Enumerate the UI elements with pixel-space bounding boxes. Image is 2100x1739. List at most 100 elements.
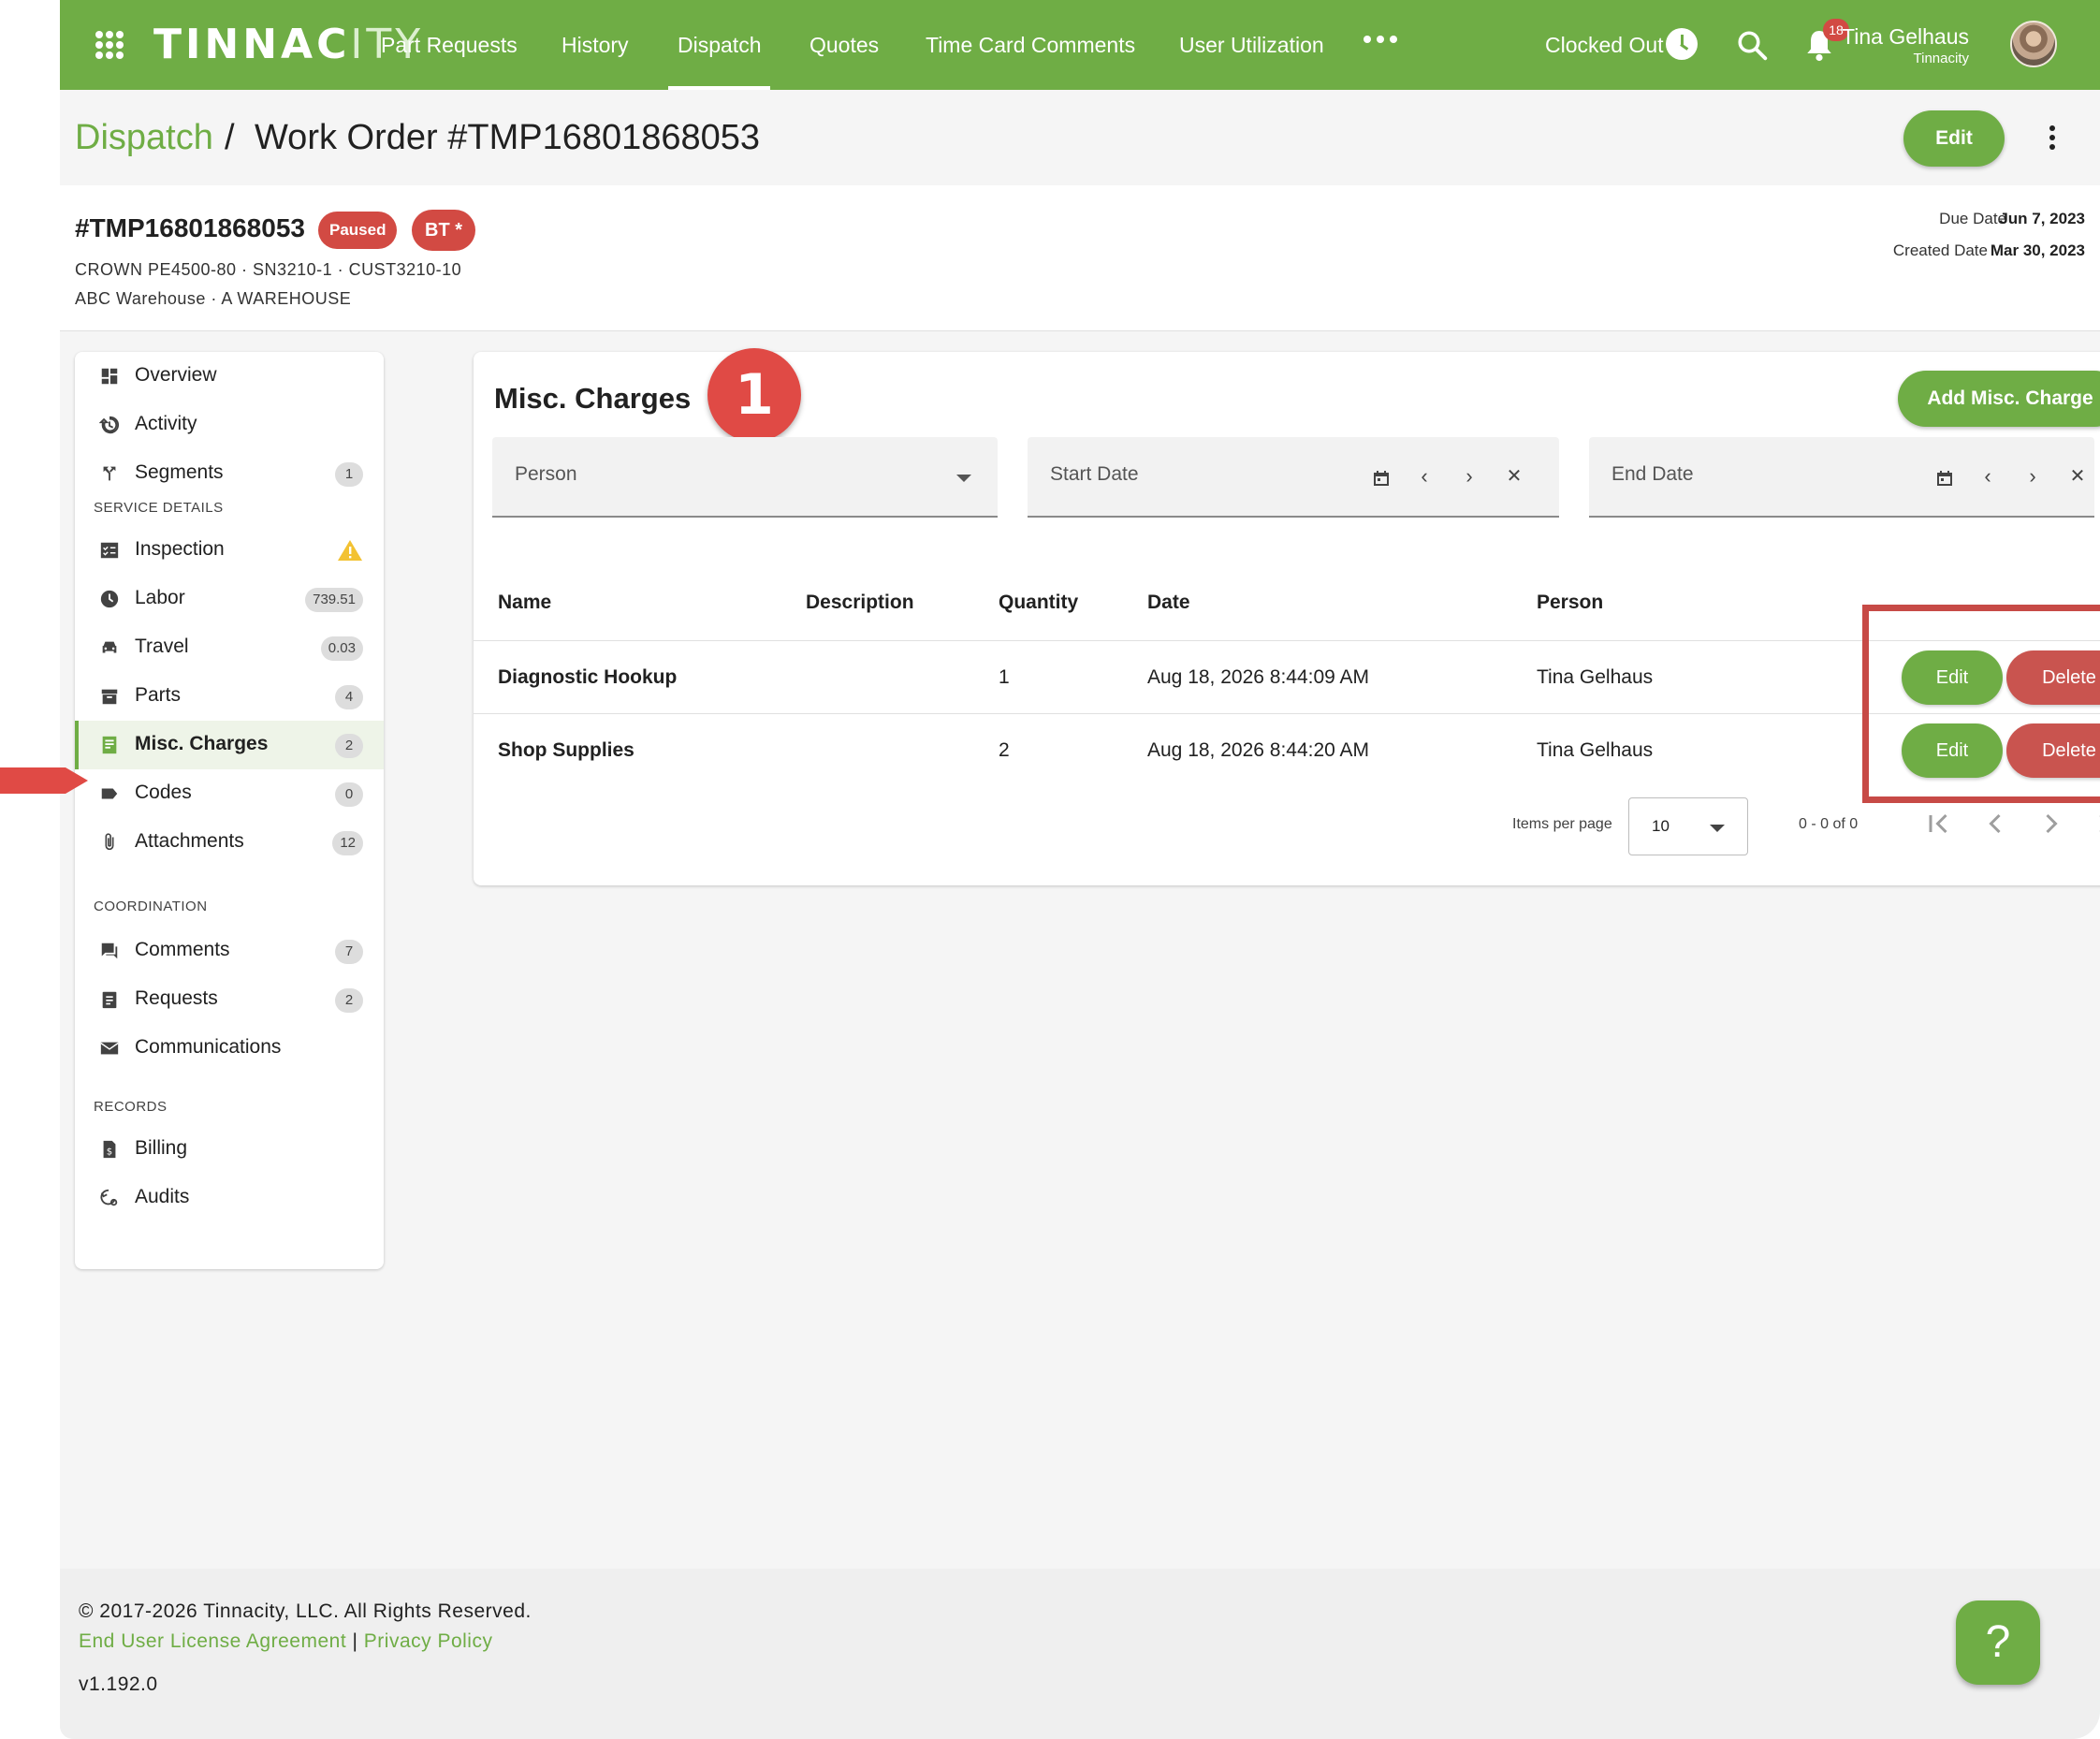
row-2-person: Tina Gelhaus bbox=[1537, 739, 1654, 761]
chevron-down-icon bbox=[956, 475, 971, 482]
sidebar-item-label: Activity bbox=[135, 413, 197, 434]
clock-status[interactable]: Clocked Out bbox=[1545, 0, 1664, 90]
items-per-page-select[interactable]: 10 bbox=[1628, 797, 1748, 855]
segments-icon bbox=[103, 466, 116, 481]
svg-text:$: $ bbox=[107, 1147, 112, 1158]
column-header-date[interactable]: Date bbox=[1147, 592, 1190, 614]
next-date-icon[interactable]: › bbox=[2021, 465, 2044, 488]
sidebar-item-requests[interactable]: Requests 2 bbox=[75, 975, 384, 1024]
end-date-field[interactable]: End Date ‹ › ✕ bbox=[1589, 437, 2094, 518]
clear-date-icon[interactable]: ✕ bbox=[2066, 465, 2089, 488]
next-page-icon[interactable] bbox=[2034, 807, 2068, 840]
column-header-description[interactable]: Description bbox=[806, 592, 914, 614]
sidebar-item-misc-charges[interactable]: Misc. Charges 2 bbox=[75, 721, 384, 769]
sidebar-item-activity[interactable]: Activity bbox=[75, 401, 384, 449]
sidebar-item-label: Communications bbox=[135, 1036, 282, 1058]
mail-icon bbox=[100, 1042, 119, 1055]
chevron-down-icon bbox=[1710, 825, 1725, 832]
top-nav: TINNACITY Part Requests History Dispatch… bbox=[60, 0, 2100, 90]
row-2-delete-button[interactable]: Delete bbox=[2006, 723, 2100, 778]
row-2-edit-button[interactable]: Edit bbox=[1902, 723, 2003, 778]
sidebar-item-overview[interactable]: Overview bbox=[75, 352, 384, 401]
sidebar-item-segments[interactable]: Segments 1 bbox=[75, 449, 384, 498]
sidebar-item-label: Segments bbox=[135, 461, 224, 483]
apps-grid-icon[interactable] bbox=[95, 31, 124, 59]
edit-work-order-button[interactable]: Edit bbox=[1903, 110, 2005, 167]
checklist-icon bbox=[100, 542, 119, 559]
nav-dispatch[interactable]: Dispatch bbox=[668, 0, 771, 90]
row-1-date: Aug 18, 2026 8:44:09 AM bbox=[1147, 666, 1370, 688]
calendar-icon[interactable] bbox=[1935, 469, 1954, 488]
next-date-icon[interactable]: › bbox=[1458, 465, 1480, 488]
sidebar-item-audits[interactable]: Audits bbox=[75, 1174, 384, 1222]
clock-icon[interactable] bbox=[1666, 28, 1698, 60]
user-name[interactable]: Tina Gelhaus bbox=[1842, 24, 1969, 50]
nav-history[interactable]: History bbox=[561, 0, 629, 90]
section-title: Misc. Charges bbox=[494, 382, 692, 415]
copyright-text: © 2017-2026 Tinnacity, LLC. All Rights R… bbox=[79, 1600, 532, 1622]
clear-date-icon[interactable]: ✕ bbox=[1503, 465, 1525, 488]
sidebar-item-count: 0.03 bbox=[320, 636, 363, 661]
location-info: ABC Warehouse · A WAREHOUSE bbox=[75, 289, 352, 308]
first-page-icon[interactable] bbox=[1922, 807, 1956, 840]
sidebar-item-label: Audits bbox=[135, 1186, 190, 1207]
sidebar-item-comments[interactable]: Comments 7 bbox=[75, 927, 384, 975]
clock-icon bbox=[100, 590, 119, 608]
person-select[interactable]: Person bbox=[492, 437, 998, 518]
sidebar-item-parts[interactable]: Parts 4 bbox=[75, 672, 384, 721]
sidebar-item-count: 739.51 bbox=[305, 588, 363, 612]
created-date-label: Created Date bbox=[1892, 241, 1988, 259]
eula-link[interactable]: End User License Agreement bbox=[79, 1630, 346, 1652]
sidebar-item-label: Labor bbox=[135, 587, 185, 608]
sidebar-item-label: Overview bbox=[135, 364, 217, 386]
previous-date-icon[interactable]: ‹ bbox=[1413, 465, 1436, 488]
column-header-name[interactable]: Name bbox=[498, 592, 551, 614]
work-order-summary: #TMP16801868053 Paused BT * CROWN PE4500… bbox=[60, 185, 2100, 331]
nav-time-card-comments[interactable]: Time Card Comments bbox=[926, 0, 1135, 90]
end-date-label: End Date bbox=[1611, 463, 1694, 485]
nav-part-requests[interactable]: Part Requests bbox=[381, 0, 518, 90]
due-date-value: Jun 7, 2023 bbox=[1999, 210, 2085, 227]
start-date-field[interactable]: Start Date ‹ › ✕ bbox=[1028, 437, 1559, 518]
privacy-policy-link[interactable]: Privacy Policy bbox=[364, 1630, 493, 1652]
nav-quotes[interactable]: Quotes bbox=[809, 0, 879, 90]
row-2-date: Aug 18, 2026 8:44:20 AM bbox=[1147, 739, 1370, 761]
column-header-quantity[interactable]: Quantity bbox=[999, 592, 1078, 614]
sidebar-item-billing[interactable]: $ Billing bbox=[75, 1125, 384, 1174]
breadcrumb-separator: / bbox=[225, 118, 235, 157]
sidebar-item-count: 1 bbox=[335, 462, 363, 487]
avatar[interactable] bbox=[2010, 21, 2057, 67]
search-icon[interactable] bbox=[1735, 28, 1769, 62]
sidebar-item-codes[interactable]: Codes 0 bbox=[75, 769, 384, 818]
previous-date-icon[interactable]: ‹ bbox=[1976, 465, 1999, 488]
sidebar-item-travel[interactable]: Travel 0.03 bbox=[75, 623, 384, 672]
breadcrumb-dispatch[interactable]: Dispatch bbox=[75, 118, 213, 158]
sidebar-item-count: 2 bbox=[335, 988, 363, 1013]
sidebar-item-communications[interactable]: Communications bbox=[75, 1024, 384, 1073]
sidebar-item-attachments[interactable]: Attachments 12 bbox=[75, 818, 384, 867]
sidebar-item-labor[interactable]: Labor 739.51 bbox=[75, 575, 384, 623]
car-icon bbox=[102, 641, 117, 653]
last-page-icon[interactable] bbox=[2091, 807, 2100, 840]
row-1-delete-button[interactable]: Delete bbox=[2006, 650, 2100, 705]
add-misc-charge-button[interactable]: Add Misc. Charge bbox=[1898, 371, 2100, 427]
row-1-edit-button[interactable]: Edit bbox=[1902, 650, 2003, 705]
tag-badge: BT * bbox=[412, 210, 475, 251]
clipboard-icon bbox=[102, 991, 117, 1009]
column-header-person[interactable]: Person bbox=[1537, 592, 1603, 614]
due-date-label: Due Date bbox=[1939, 210, 2006, 227]
previous-page-icon[interactable] bbox=[1978, 807, 2012, 840]
row-divider bbox=[474, 640, 2100, 641]
app-frame: TINNACITY Part Requests History Dispatch… bbox=[60, 0, 2100, 1739]
billing-icon: $ bbox=[103, 1140, 116, 1159]
nav-user-utilization[interactable]: User Utilization bbox=[1179, 0, 1324, 90]
help-button[interactable]: ? bbox=[1956, 1600, 2040, 1685]
more-menu-icon[interactable] bbox=[1364, 36, 1397, 43]
more-options-icon[interactable] bbox=[2048, 125, 2057, 150]
audit-icon bbox=[100, 1189, 118, 1206]
comment-icon bbox=[101, 943, 118, 959]
section-service-details: SERVICE DETAILS bbox=[94, 500, 224, 516]
calendar-icon[interactable] bbox=[1372, 469, 1391, 488]
start-date-label: Start Date bbox=[1050, 463, 1139, 485]
sidebar-item-inspection[interactable]: Inspection bbox=[75, 526, 384, 575]
